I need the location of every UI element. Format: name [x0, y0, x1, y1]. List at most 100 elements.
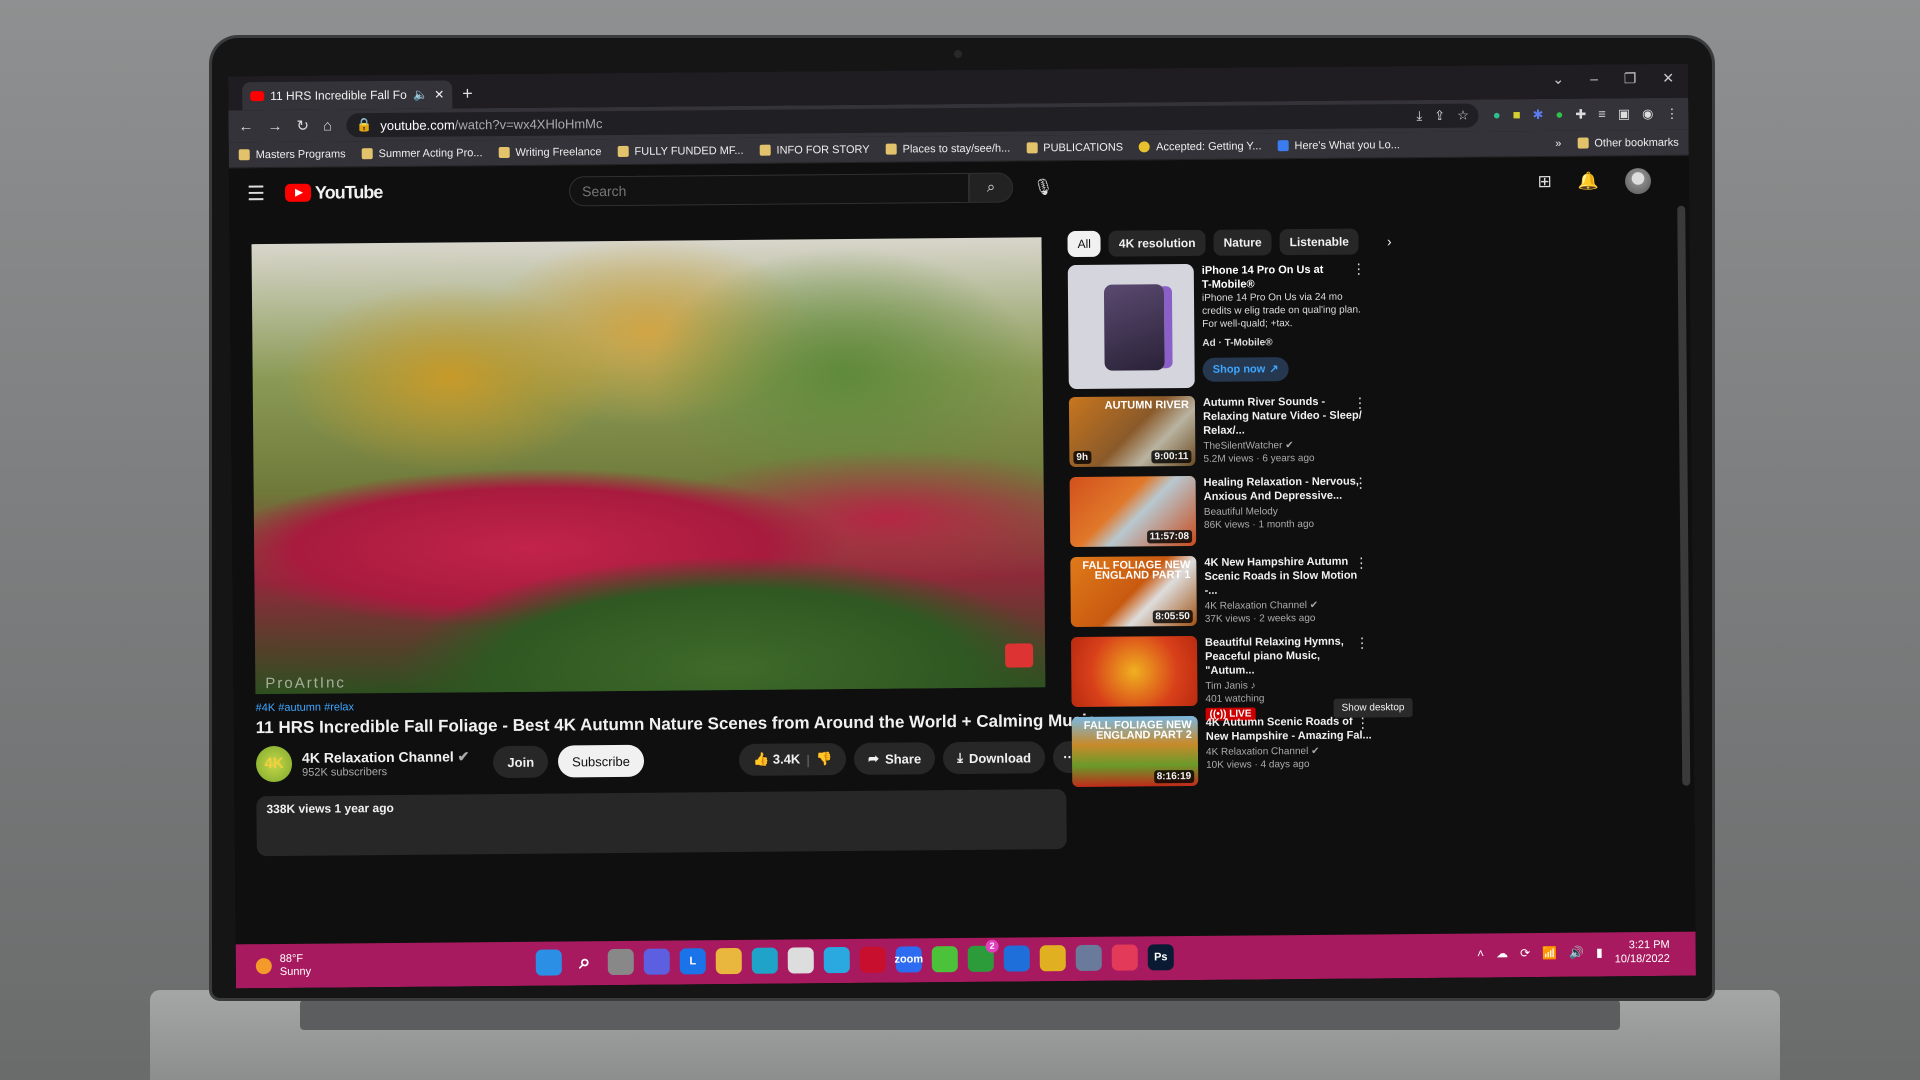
wifi-icon[interactable]: 📶 [1542, 946, 1557, 960]
channel-name[interactable]: 4K Relaxation Channel [302, 748, 454, 765]
zoom-icon[interactable]: zoom [894, 946, 923, 973]
filter-chip[interactable]: 4K resolution [1108, 229, 1206, 257]
hamburger-menu-icon[interactable]: ☰ [247, 181, 265, 206]
ad-image[interactable] [1067, 263, 1195, 390]
tab-search-icon[interactable]: ⌄ [1552, 71, 1564, 88]
reload-icon[interactable]: ↻ [296, 117, 309, 135]
extension-icon[interactable]: ✱ [1532, 107, 1543, 123]
bookmark-item[interactable]: Here's What you Lo... [1277, 139, 1400, 152]
recommended-video[interactable]: Beautiful Relaxing Hymns, Peaceful piano… [1070, 634, 1372, 721]
youtube-logo[interactable]: YouTube [284, 182, 383, 204]
bookmark-item[interactable]: Summer Acting Pro... [361, 147, 483, 160]
video-title[interactable]: 4K New Hampshire Autumn Scenic Roads in … [1204, 554, 1370, 597]
app-blue-icon[interactable] [1003, 945, 1030, 972]
close-window-icon[interactable]: ✕ [1662, 70, 1674, 87]
channel-name[interactable]: TheSilentWatcher [1203, 440, 1282, 452]
xbox-icon[interactable]: 2 [967, 939, 999, 972]
channel-name[interactable]: Beautiful Melody [1204, 506, 1278, 518]
video-thumbnail[interactable] [1070, 635, 1198, 708]
account-avatar[interactable] [1624, 167, 1652, 195]
home-icon[interactable]: ⌂ [323, 117, 332, 134]
profile-avatar-icon[interactable]: ◉ [1642, 106, 1653, 122]
recommended-video[interactable]: 11:57:08 Healing Relaxation - Nervous, A… [1069, 474, 1371, 553]
teams-chat-icon[interactable] [643, 948, 670, 975]
chrome-menu-icon[interactable]: ⋮ [1665, 106, 1678, 122]
volume-icon[interactable]: 🔊 [1569, 946, 1584, 960]
ad-card[interactable]: iPhone 14 Pro On Us at T-Mobile® iPhone … [1067, 260, 1369, 393]
download-extension-icon[interactable]: ■ [1513, 107, 1521, 123]
close-tab-icon[interactable]: ✕ [434, 88, 444, 102]
reading-list-icon[interactable]: ≡ [1598, 106, 1606, 122]
forward-icon[interactable]: → [267, 117, 282, 134]
video-title[interactable]: Beautiful Relaxing Hymns, Peaceful piano… [1205, 634, 1371, 677]
video-thumbnail[interactable]: FALL FOLIAGE NEW ENGLAND PART 2 8:16:19 [1071, 715, 1199, 788]
video-thumbnail[interactable]: 11:57:08 [1069, 475, 1197, 548]
more-options-icon[interactable]: ⋮ [1354, 474, 1368, 491]
onedrive-cloud-icon[interactable]: ☁ [1496, 946, 1508, 960]
video-thumbnail[interactable]: AUTUMN RIVER 9h 9:00:11 [1068, 395, 1196, 468]
bookmark-overflow[interactable]: » [1555, 137, 1561, 149]
channel-name[interactable]: 4K Relaxation Channel [1206, 746, 1308, 758]
edge-icon[interactable] [751, 947, 778, 974]
bookmark-star-icon[interactable]: ☆ [1457, 108, 1469, 124]
video-thumbnail[interactable]: FALL FOLIAGE NEW ENGLAND PART 1 8:05:50 [1070, 555, 1197, 628]
weather-widget[interactable]: 88°F Sunny [255, 953, 311, 979]
battery-icon[interactable]: ▮ [1596, 945, 1603, 959]
recommended-video[interactable]: AUTUMN RIVER 9h 9:00:11 Autumn River Sou… [1068, 394, 1370, 473]
green-extension-icon[interactable]: ● [1555, 107, 1563, 123]
dislike-button[interactable]: 👎 [816, 751, 832, 767]
video-player[interactable]: ProArtInc [251, 237, 1046, 695]
channel-name[interactable]: Tim Janis [1205, 681, 1248, 692]
minimize-icon[interactable]: – [1590, 70, 1598, 87]
create-video-icon[interactable]: ⊞ [1538, 172, 1552, 192]
alexa-icon[interactable] [823, 946, 850, 974]
shop-now-button[interactable]: Shop now ↗ [1202, 357, 1289, 382]
like-button[interactable]: 👍 3.4K [753, 751, 800, 767]
browser-tab[interactable]: 11 HRS Incredible Fall Foliag 🔈 ✕ [242, 80, 453, 111]
bookmark-item[interactable]: FULLY FUNDED MF... [617, 144, 744, 157]
file-explorer-icon[interactable] [715, 947, 742, 975]
microphone-icon[interactable]: 🎙 [1033, 177, 1053, 197]
subscribe-watermark-icon[interactable] [1005, 643, 1034, 668]
search-input[interactable] [568, 172, 970, 207]
lenovo-l-icon[interactable]: L [679, 948, 706, 975]
muted-speaker-icon[interactable]: 🔈 [413, 88, 428, 102]
more-options-icon[interactable]: ⋮ [1355, 634, 1369, 651]
app-green-icon[interactable] [931, 946, 958, 973]
sync-icon[interactable]: ⟳ [1520, 946, 1530, 960]
bookmark-item[interactable]: Accepted: Getting Y... [1139, 140, 1262, 153]
chrome-icon[interactable] [1039, 945, 1066, 972]
filter-chip[interactable]: Nature [1213, 229, 1272, 256]
video-title[interactable]: 4K Autumn Scenic Roads of New Hampshire … [1206, 714, 1372, 743]
download-button[interactable]: ⤓ Download [943, 741, 1046, 775]
page-scrollbar[interactable] [1677, 205, 1691, 786]
more-options-icon[interactable]: ⋮ [1352, 260, 1366, 276]
description-box[interactable]: 338K views 1 year ago [256, 789, 1067, 857]
back-icon[interactable]: ← [238, 118, 253, 135]
channel-name[interactable]: 4K Relaxation Channel [1205, 600, 1307, 612]
store-icon[interactable] [787, 947, 814, 974]
clock[interactable]: 3:21 PM 10/18/2022 [1615, 938, 1670, 966]
grammarly-extension-icon[interactable]: ● [1493, 107, 1501, 123]
photoshop-icon[interactable]: Ps [1147, 944, 1174, 971]
share-button[interactable]: ➦ Share [853, 742, 936, 775]
recommended-video[interactable]: FALL FOLIAGE NEW ENGLAND PART 2 8:16:19 … [1071, 714, 1373, 793]
bookmark-item[interactable]: PUBLICATIONS [1026, 141, 1123, 154]
subscribe-button[interactable]: Subscribe [557, 744, 645, 778]
chevron-right-icon[interactable]: › [1387, 233, 1392, 249]
bookmark-item[interactable]: Writing Freelance [498, 146, 602, 159]
side-panel-icon[interactable]: ▣ [1618, 106, 1630, 122]
video-title[interactable]: Autumn River Sounds - Relaxing Nature Vi… [1203, 394, 1369, 437]
start-icon[interactable] [535, 949, 562, 976]
task-view-icon[interactable] [607, 948, 634, 976]
extensions-puzzle-icon[interactable]: ✚ [1575, 107, 1586, 123]
other-bookmarks[interactable]: Other bookmarks [1577, 136, 1679, 149]
install-app-icon[interactable]: ⤓ [1416, 108, 1422, 124]
restore-icon[interactable]: ❐ [1624, 70, 1637, 87]
search-button[interactable]: ⌕ [968, 172, 1014, 203]
new-tab-button[interactable]: + [462, 83, 473, 104]
bookmark-item[interactable]: INFO FOR STORY [759, 143, 870, 156]
more-options-icon[interactable]: ⋮ [1353, 394, 1367, 411]
video-title[interactable]: Healing Relaxation - Nervous, Anxious An… [1204, 474, 1370, 503]
filter-chip[interactable]: Listenable [1279, 228, 1360, 256]
